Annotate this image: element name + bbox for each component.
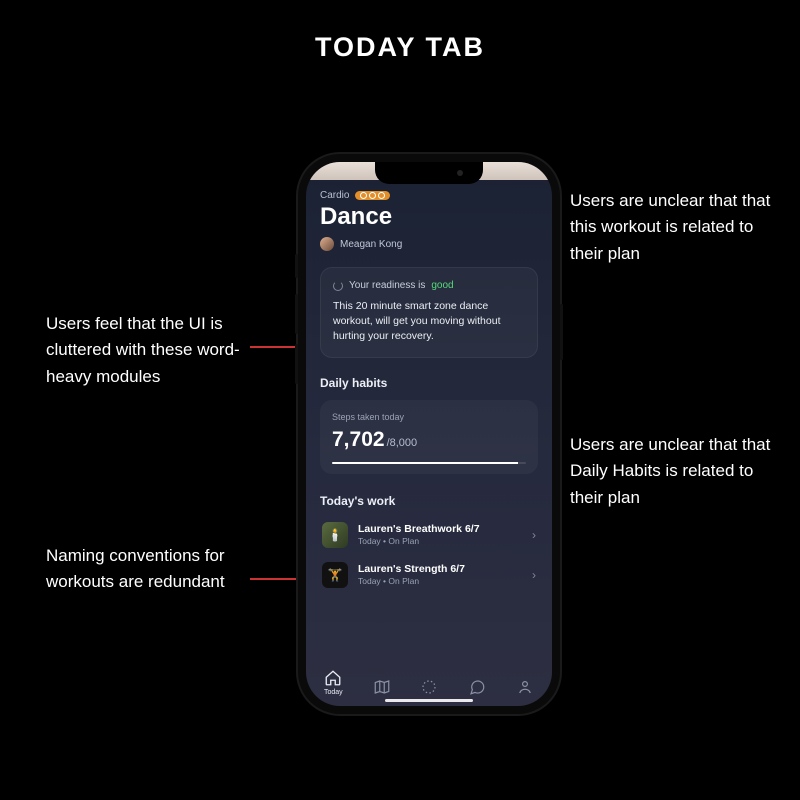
tab-today-label: Today: [324, 689, 343, 696]
pointer-line: [250, 346, 300, 348]
annotation-bottom-left: Naming conventions for workouts are redu…: [46, 543, 256, 596]
chevron-right-icon: ›: [532, 568, 536, 582]
map-icon: [373, 678, 391, 696]
work-thumb-icon: 🏋️: [322, 562, 348, 588]
tab-progress[interactable]: [420, 678, 438, 696]
steps-goal: /8,000: [387, 437, 418, 449]
work-item[interactable]: 🏋️ Lauren's Strength 6/7 Today • On Plan…: [320, 558, 538, 592]
readiness-icon: [333, 281, 343, 291]
steps-card[interactable]: Steps taken today 7,702 /8,000: [320, 400, 538, 474]
phone-side-button: [295, 344, 298, 384]
phone-side-button: [295, 254, 298, 278]
phone-screen: Cardio Dance Meagan Kong Your readiness …: [306, 162, 552, 706]
workout-title[interactable]: Dance: [320, 203, 538, 231]
intensity-pill-icon: [355, 191, 390, 200]
page-title: TODAY TAB: [0, 32, 800, 63]
readiness-prefix: Your readiness is: [349, 280, 425, 291]
workout-category: Cardio: [320, 190, 349, 201]
readiness-card[interactable]: Your readiness is good This 20 minute sm…: [320, 267, 538, 358]
todays-work-heading: Today's work: [320, 494, 538, 508]
readiness-description: This 20 minute smart zone dance workout,…: [333, 299, 525, 345]
phone-side-button: [295, 294, 298, 334]
annotation-mid-right: Users are unclear that that Daily Habits…: [570, 432, 780, 511]
phone-notch: [375, 162, 483, 184]
steps-progress: [332, 462, 526, 464]
work-thumb-icon: 🕯️: [322, 522, 348, 548]
workout-author-row[interactable]: Meagan Kong: [320, 237, 538, 251]
workout-author: Meagan Kong: [340, 239, 402, 250]
phone-side-button: [560, 304, 563, 360]
work-item-sub: Today • On Plan: [358, 576, 522, 586]
phone-frame: Cardio Dance Meagan Kong Your readiness …: [298, 154, 560, 714]
tab-bar: Today: [306, 669, 552, 696]
profile-icon: [516, 678, 534, 696]
work-item-title: Lauren's Strength 6/7: [358, 563, 522, 575]
annotation-top-right: Users are unclear that that this workout…: [570, 188, 780, 267]
loading-circle-icon: [420, 678, 438, 696]
daily-habits-heading: Daily habits: [320, 376, 538, 390]
work-item-sub: Today • On Plan: [358, 536, 522, 546]
work-item-title: Lauren's Breathwork 6/7: [358, 523, 522, 535]
tab-profile[interactable]: [516, 678, 534, 696]
home-indicator: [385, 699, 473, 703]
work-item[interactable]: 🕯️ Lauren's Breathwork 6/7 Today • On Pl…: [320, 518, 538, 552]
chat-icon: [468, 678, 486, 696]
steps-label: Steps taken today: [332, 412, 526, 422]
tab-map[interactable]: [373, 678, 391, 696]
steps-value: 7,702: [332, 428, 385, 452]
annotation-mid-left: Users feel that the UI is cluttered with…: [46, 311, 256, 390]
pointer-line: [250, 578, 300, 580]
tab-chat[interactable]: [468, 678, 486, 696]
chevron-right-icon: ›: [532, 528, 536, 542]
readiness-value: good: [431, 280, 453, 291]
home-icon: [324, 669, 342, 687]
avatar: [320, 237, 334, 251]
tab-today[interactable]: Today: [324, 669, 343, 696]
